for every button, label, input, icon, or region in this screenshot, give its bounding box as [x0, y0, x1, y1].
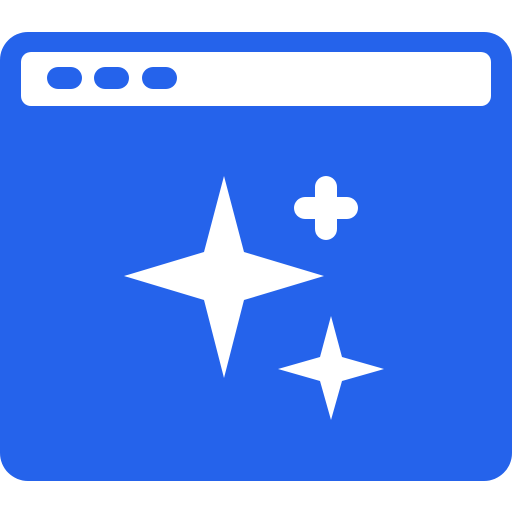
title-bar — [21, 52, 491, 106]
browser-window-sparkles-icon — [0, 32, 512, 481]
window-control-dot — [94, 67, 129, 89]
window-control-dot — [142, 67, 177, 89]
window-control-dot — [47, 67, 82, 89]
